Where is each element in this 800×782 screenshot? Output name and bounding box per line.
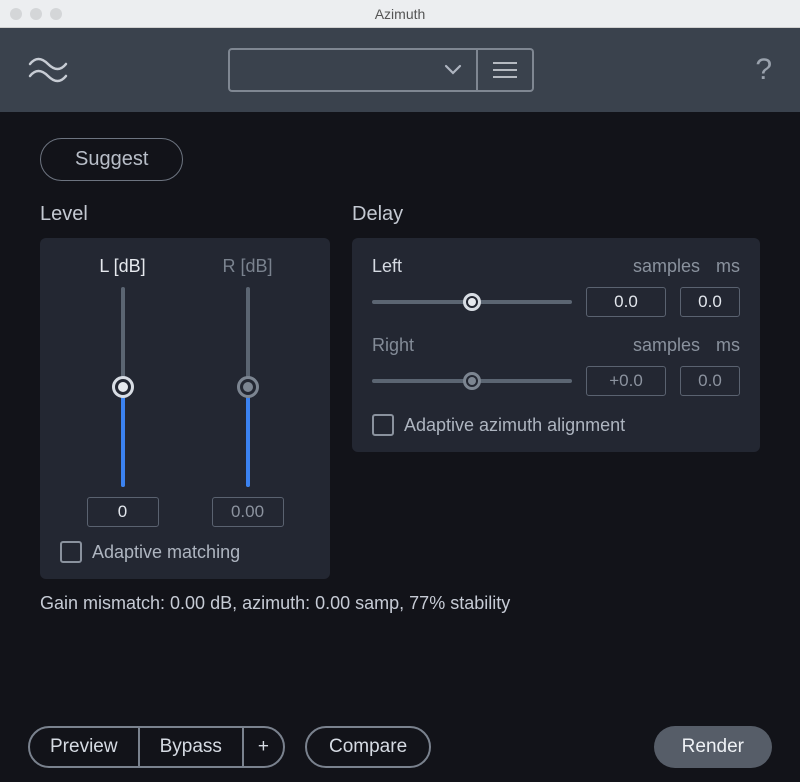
level-right-value[interactable]: 0.00	[212, 497, 284, 527]
delay-title: Delay	[352, 203, 760, 226]
chevron-down-icon	[444, 64, 462, 76]
preset-area	[228, 48, 534, 92]
delay-right-group: Right samples ms +0.0 0.0	[372, 335, 740, 396]
level-left-column: L [dB] 0	[87, 256, 159, 527]
adaptive-azimuth-checkbox[interactable]	[372, 414, 394, 436]
bypass-button[interactable]: Bypass	[138, 728, 242, 766]
titlebar: Azimuth	[0, 0, 800, 28]
maximize-window-icon[interactable]	[50, 8, 62, 20]
delay-left-ms-value[interactable]: 0.0	[680, 287, 740, 317]
level-right-slider[interactable]	[246, 287, 250, 487]
delay-left-slider[interactable]	[372, 291, 572, 313]
delay-right-label: Right	[372, 335, 633, 356]
adaptive-matching-label: Adaptive matching	[92, 542, 240, 563]
level-left-value[interactable]: 0	[87, 497, 159, 527]
app-logo-icon	[28, 50, 68, 90]
help-icon[interactable]: ?	[755, 53, 772, 87]
preset-menu-button[interactable]	[478, 48, 534, 92]
window-title: Azimuth	[0, 6, 800, 22]
adaptive-matching-checkbox[interactable]	[60, 541, 82, 563]
minimize-window-icon[interactable]	[30, 8, 42, 20]
delay-section: Delay Left samples ms 0.0 0.0	[352, 203, 760, 452]
slider-thumb-icon	[463, 372, 481, 390]
delay-left-samples-value[interactable]: 0.0	[586, 287, 666, 317]
slider-thumb-icon	[112, 376, 134, 398]
delay-panel: Left samples ms 0.0 0.0	[352, 238, 760, 452]
delay-right-slider[interactable]	[372, 370, 572, 392]
delay-left-group: Left samples ms 0.0 0.0	[372, 256, 740, 317]
level-left-label: L [dB]	[99, 256, 145, 277]
add-button[interactable]: +	[242, 728, 283, 766]
delay-right-samples-value[interactable]: +0.0	[586, 366, 666, 396]
preview-button[interactable]: Preview	[30, 728, 138, 766]
level-left-slider[interactable]	[121, 287, 125, 487]
level-right-column: R [dB] 0.00	[212, 256, 284, 527]
render-button[interactable]: Render	[654, 726, 772, 768]
ms-unit-label: ms	[716, 335, 740, 356]
footer: Preview Bypass + Compare Render	[0, 712, 800, 782]
level-title: Level	[40, 203, 330, 226]
slider-thumb-icon	[463, 293, 481, 311]
close-window-icon[interactable]	[10, 8, 22, 20]
adaptive-azimuth-label: Adaptive azimuth alignment	[404, 415, 625, 436]
samples-unit-label: samples	[633, 335, 700, 356]
level-section: Level L [dB] 0 R [dB]	[40, 203, 330, 579]
ms-unit-label: ms	[716, 256, 740, 277]
adaptive-matching-row[interactable]: Adaptive matching	[60, 541, 310, 563]
status-text: Gain mismatch: 0.00 dB, azimuth: 0.00 sa…	[40, 593, 760, 614]
traffic-lights	[10, 8, 62, 20]
suggest-button[interactable]: Suggest	[40, 138, 183, 181]
compare-button[interactable]: Compare	[305, 726, 431, 768]
delay-left-label: Left	[372, 256, 633, 277]
menu-icon	[493, 62, 517, 64]
toolbar: ?	[0, 28, 800, 112]
slider-thumb-icon	[237, 376, 259, 398]
level-panel: L [dB] 0 R [dB] 0.00	[40, 238, 330, 579]
transport-group: Preview Bypass +	[28, 726, 285, 768]
samples-unit-label: samples	[633, 256, 700, 277]
main-area: Suggest Level L [dB] 0 R [dB]	[0, 112, 800, 712]
level-right-label: R [dB]	[222, 256, 272, 277]
adaptive-azimuth-row[interactable]: Adaptive azimuth alignment	[372, 414, 740, 436]
preset-dropdown[interactable]	[228, 48, 478, 92]
delay-right-ms-value[interactable]: 0.0	[680, 366, 740, 396]
